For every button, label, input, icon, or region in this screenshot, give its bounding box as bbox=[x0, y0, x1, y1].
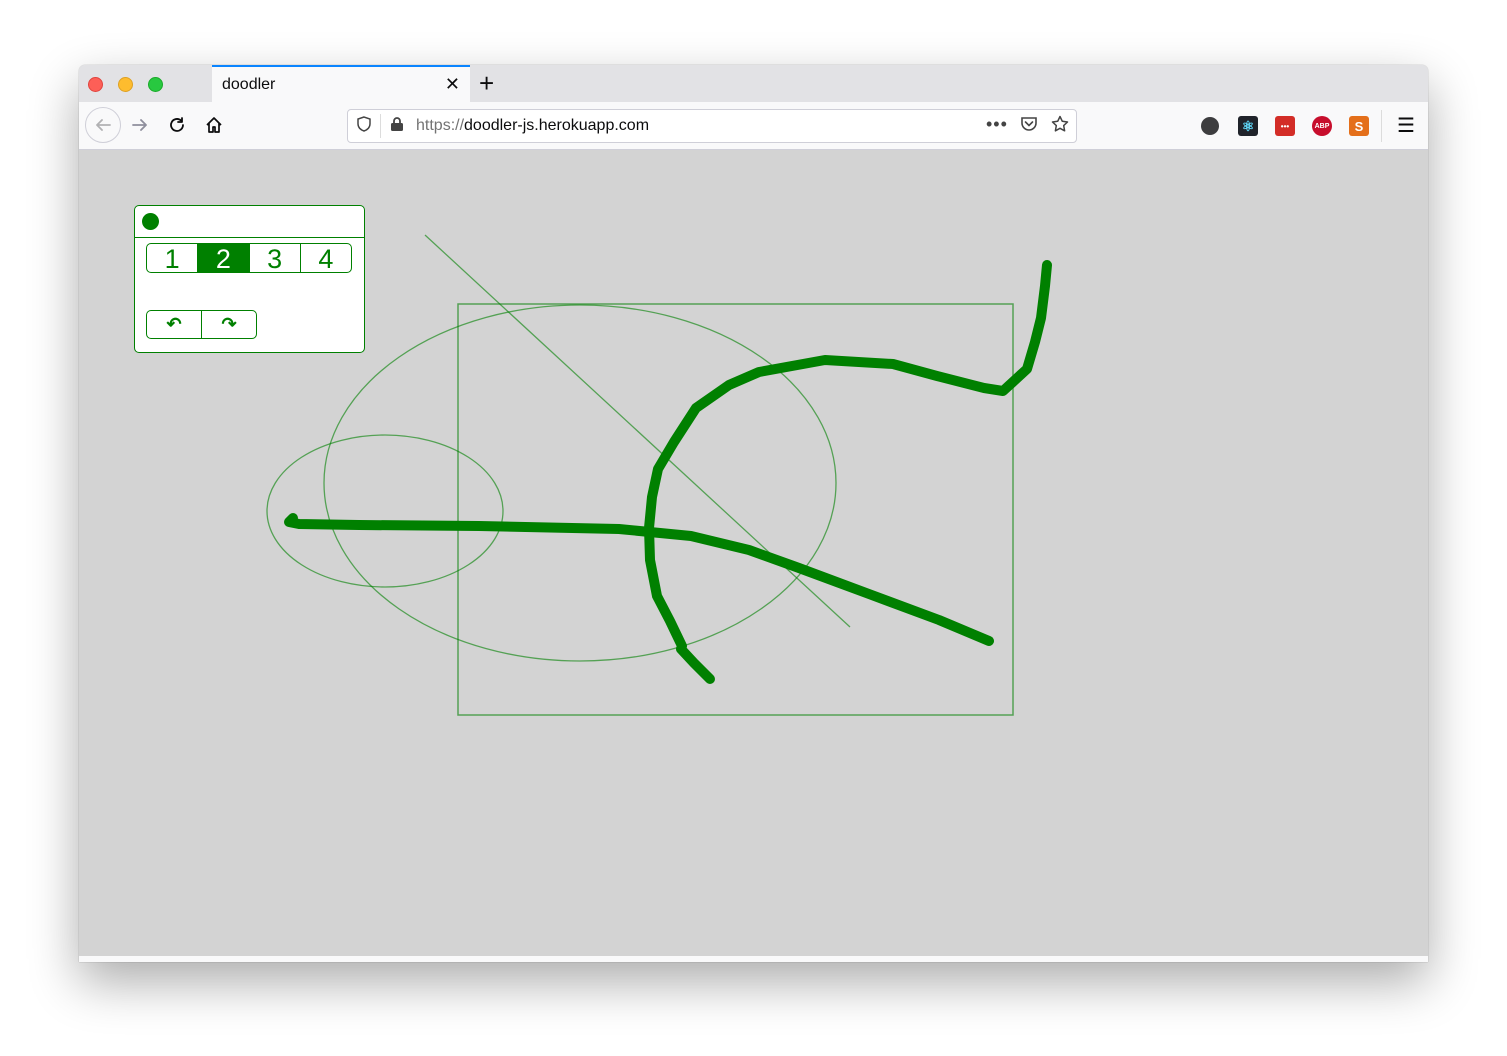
more-icon[interactable]: ••• bbox=[986, 114, 1008, 135]
home-icon[interactable] bbox=[197, 108, 231, 142]
toolbox-panel: 1 2 3 4 ↶ ↷ bbox=[134, 205, 365, 353]
star-icon[interactable] bbox=[1051, 115, 1069, 138]
drawing-canvas[interactable]: 1 2 3 4 ↶ ↷ bbox=[79, 150, 1428, 956]
lock-icon[interactable] bbox=[390, 116, 404, 137]
sublime-icon[interactable]: S bbox=[1349, 116, 1369, 136]
url-bar[interactable]: https://doodler-js.herokuapp.com ••• bbox=[347, 109, 1077, 143]
url-text: https://doodler-js.herokuapp.com bbox=[416, 117, 649, 135]
brush-size-4-button[interactable]: 4 bbox=[299, 244, 351, 272]
shield-icon[interactable] bbox=[357, 116, 371, 137]
canvas-large-ellipse-shape bbox=[323, 304, 837, 662]
navigation-bar: https://doodler-js.herokuapp.com ••• ⚛ •… bbox=[79, 102, 1428, 150]
account-icon[interactable] bbox=[1201, 117, 1219, 135]
undo-redo-group: ↶ ↷ bbox=[146, 310, 257, 339]
canvas-small-ellipse-shape bbox=[266, 434, 504, 588]
url-protocol: https:// bbox=[416, 117, 465, 134]
hamburger-menu-icon[interactable]: ☰ bbox=[1397, 113, 1415, 138]
adblock-plus-icon[interactable]: ABP bbox=[1312, 116, 1332, 136]
window-bottom-edge bbox=[79, 956, 1428, 962]
brush-size-selector: 1 2 3 4 bbox=[146, 243, 352, 273]
canvas-rectangle-shape bbox=[457, 303, 1014, 716]
tab-doodler[interactable]: doodler ✕ bbox=[212, 65, 470, 102]
new-tab-icon[interactable]: + bbox=[479, 67, 494, 99]
brush-size-2-button[interactable]: 2 bbox=[197, 244, 249, 272]
canvas-freehand-stroke-horizontal bbox=[284, 513, 994, 646]
react-devtools-icon[interactable]: ⚛ bbox=[1238, 116, 1258, 136]
close-window-button[interactable] bbox=[88, 77, 103, 92]
lastpass-icon[interactable]: ••• bbox=[1275, 116, 1295, 136]
browser-window: doodler ✕ + https://doodler-js.herokuapp… bbox=[79, 65, 1428, 962]
undo-button[interactable]: ↶ bbox=[147, 311, 201, 338]
back-arrow-icon[interactable] bbox=[85, 107, 121, 143]
pocket-icon[interactable] bbox=[1020, 116, 1038, 137]
close-tab-icon[interactable]: ✕ bbox=[445, 74, 460, 94]
forward-arrow-icon[interactable] bbox=[123, 108, 157, 142]
reload-icon[interactable] bbox=[160, 108, 194, 142]
brush-size-1-button[interactable]: 1 bbox=[147, 244, 197, 272]
url-host: doodler-js.herokuapp.com bbox=[464, 117, 650, 134]
canvas-freehand-stroke-curve bbox=[644, 260, 1052, 684]
brush-size-3-button[interactable]: 3 bbox=[248, 244, 300, 272]
minimize-window-button[interactable] bbox=[118, 77, 133, 92]
toolbox-header bbox=[135, 206, 364, 238]
tab-title: doodler bbox=[222, 76, 276, 93]
maximize-window-button[interactable] bbox=[148, 77, 163, 92]
color-picker-dot[interactable] bbox=[142, 213, 159, 230]
url-separator bbox=[380, 114, 381, 138]
redo-button[interactable]: ↷ bbox=[201, 311, 256, 338]
tab-strip: doodler ✕ + bbox=[79, 65, 1428, 102]
toolbar-separator bbox=[1381, 110, 1382, 142]
